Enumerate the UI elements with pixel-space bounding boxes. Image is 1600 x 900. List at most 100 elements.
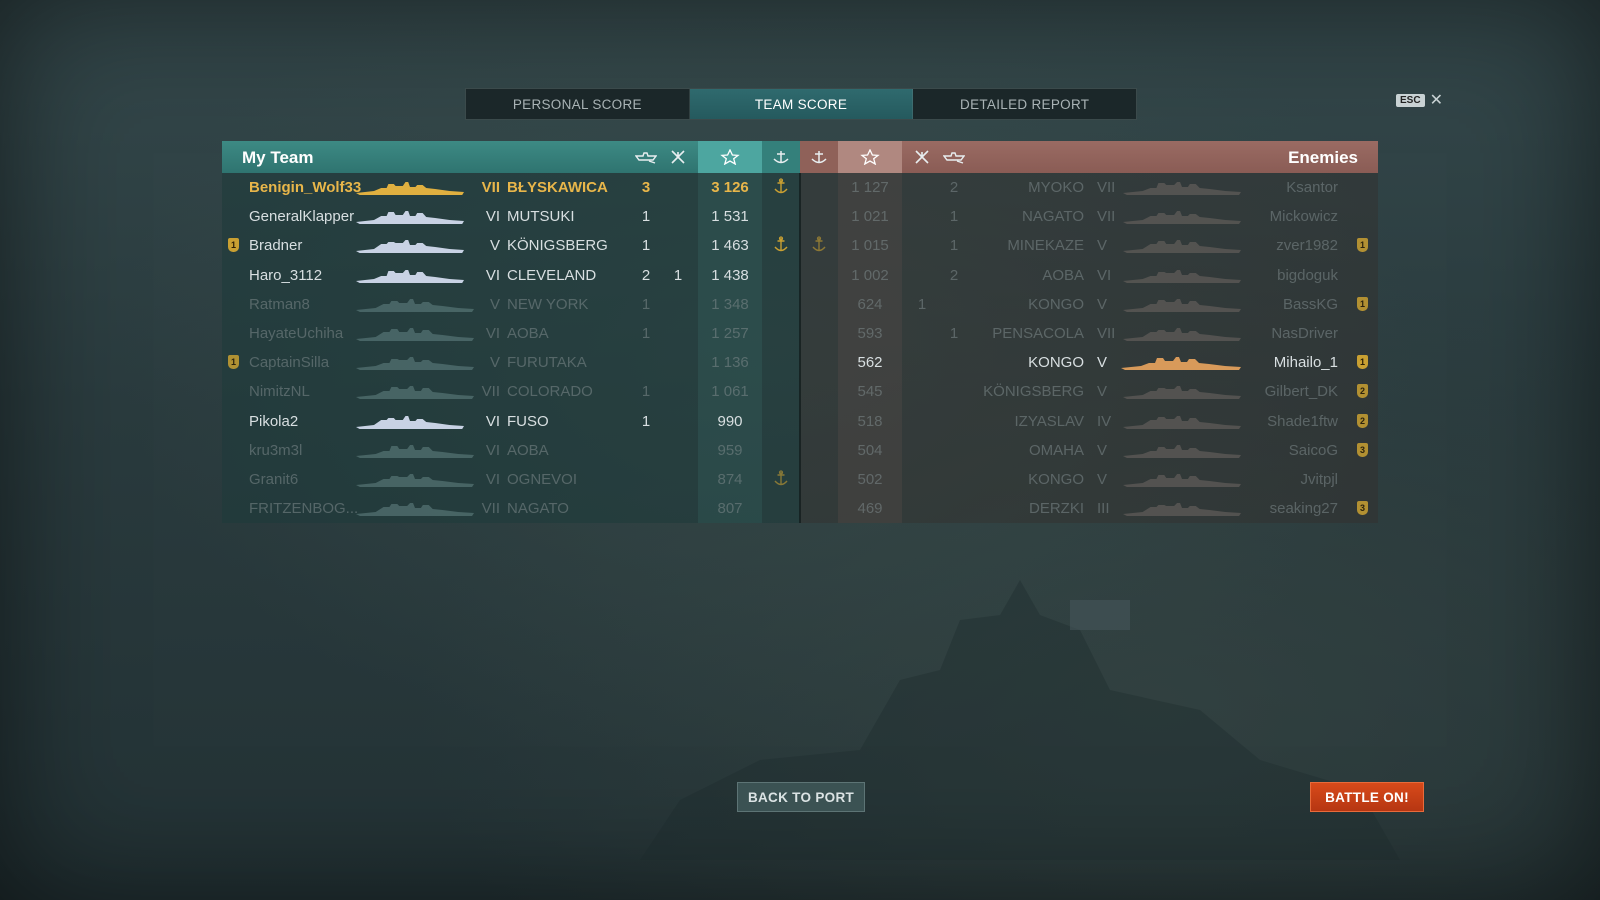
ship-destroyed-icon[interactable] <box>938 141 970 173</box>
ship-tier: VII <box>1097 325 1116 342</box>
ships-destroyed: 1 <box>641 208 651 226</box>
table-row[interactable]: 1 021 1 NAGATO VII Mickowicz <box>800 202 1378 231</box>
player-name: bigdoguk <box>1277 266 1338 284</box>
ship-silhouette-icon <box>1123 328 1241 341</box>
player-name: BassKG <box>1282 295 1338 313</box>
tab-bar: PERSONAL SCORE TEAM SCORE DETAILED REPOR… <box>465 88 1137 120</box>
player-name: zver1982 <box>1276 237 1338 255</box>
player-name: Mickowicz <box>1269 208 1338 226</box>
planes-destroyed: 1 <box>673 266 683 284</box>
ship-name: NAGATO <box>1022 208 1084 226</box>
ships-destroyed <box>638 465 654 494</box>
player-name: Pikola2 <box>249 412 299 430</box>
ship-silhouette-icon <box>1123 415 1241 429</box>
plane-destroyed-icon[interactable] <box>662 141 694 173</box>
table-row[interactable]: 562 KONGO V Mihailo_1 1 <box>800 348 1378 377</box>
ship-tier: V <box>1097 295 1108 313</box>
table-row[interactable]: Haro_3112 VI CLEVELAND 2 1 1 438 <box>222 261 800 290</box>
table-row[interactable]: 518 IZYASLAV IV Shade1ftw 2 <box>800 407 1378 436</box>
ship-destroyed-icon[interactable] <box>630 141 662 173</box>
tab-personal-score[interactable]: PERSONAL SCORE <box>466 89 690 119</box>
player-name: Shade1ftw <box>1267 412 1338 430</box>
table-row[interactable]: 593 1 PENSACOLA VII NasDriver <box>800 319 1378 348</box>
table-row[interactable]: 1 002 2 AOBA VI bigdoguk <box>800 261 1378 290</box>
planes-destroyed <box>914 202 930 231</box>
player-name: SaicoG <box>1288 441 1338 459</box>
table-row[interactable]: GeneralKlapper VI MUTSUKI 1 1 531 <box>222 202 800 231</box>
table-row[interactable]: 624 1 KONGO V BassKG 1 <box>800 290 1378 319</box>
ship-tier: VI <box>485 412 500 430</box>
ships-destroyed: 1 <box>949 325 959 342</box>
battle-on-button[interactable]: BATTLE ON! <box>1310 782 1424 812</box>
table-row[interactable]: HayateUchiha VI AOBA 1 1 257 <box>222 319 800 348</box>
star-icon[interactable] <box>838 141 902 173</box>
ship-silhouette-icon <box>1121 357 1241 371</box>
tab-team-score[interactable]: TEAM SCORE <box>689 89 914 119</box>
table-row[interactable]: Benigin_Wolf33 VII BŁYSKAWICA 3 3 126 <box>222 173 800 202</box>
table-row[interactable]: 1 015 1 MINEKAZE Vzver1982 1 <box>800 231 1378 260</box>
ship-tier: VI <box>485 208 500 226</box>
star-icon[interactable] <box>698 141 762 173</box>
table-row[interactable]: Ratman8 V NEW YORK 1 1 348 <box>222 290 800 319</box>
ship-tier: VII <box>481 383 500 401</box>
ship-tier: V <box>489 295 500 313</box>
ship-silhouette-icon <box>1123 182 1241 195</box>
player-score: 1 021 <box>851 208 889 226</box>
planes-destroyed <box>670 494 686 523</box>
medal-badge: 3 <box>1357 442 1368 457</box>
table-row[interactable]: 504 OMAHA V SaicoG 3 <box>800 436 1378 465</box>
ships-destroyed <box>946 494 962 523</box>
player-score: 593 <box>857 325 883 342</box>
table-row[interactable]: Pikola2 VI FUSO 1 990 <box>222 407 800 436</box>
player-name: Gilbert_DK <box>1264 383 1338 401</box>
ship-tier: VI <box>485 266 500 284</box>
player-name: GeneralKlapper <box>249 208 355 226</box>
tab-detailed-report[interactable]: DETAILED REPORT <box>913 89 1136 119</box>
player-name: CaptainSilla <box>249 354 330 372</box>
table-row[interactable]: Granit6 VI OGNEVOI 874 <box>222 465 800 494</box>
table-row[interactable]: NimitzNL VII COLORADO 1 1 061 <box>222 377 800 406</box>
ship-tier: V <box>1097 354 1108 372</box>
ship-silhouette-icon <box>1123 298 1241 312</box>
medal-badge: 1 <box>1357 238 1368 253</box>
ship-tier: V <box>1097 237 1108 255</box>
ship-tier: V <box>489 237 500 255</box>
ship-tier: VII <box>481 179 500 196</box>
ship-name: KONGO <box>1028 471 1084 488</box>
esc-close-button[interactable]: ESC ✕ <box>1396 92 1443 108</box>
ship-name: BŁYSKAWICA <box>507 179 608 196</box>
anchor-icon[interactable] <box>800 141 838 173</box>
ships-destroyed <box>946 436 962 465</box>
table-row[interactable]: FRITZENBOG... VII NAGATO 807 <box>222 494 800 523</box>
anchor-icon[interactable] <box>762 141 800 173</box>
player-score: 504 <box>857 441 883 459</box>
table-row[interactable]: kru3m3l VI AOBA 959 <box>222 436 800 465</box>
ship-name: KONGO <box>1028 354 1084 372</box>
player-name: Mihailo_1 <box>1273 354 1338 372</box>
back-to-port-button[interactable]: BACK TO PORT <box>737 782 865 812</box>
table-row[interactable]: 545 KÖNIGSBERG V Gilbert_DK 2 <box>800 377 1378 406</box>
player-score: 807 <box>717 500 743 518</box>
medal-badge: 2 <box>1357 413 1368 428</box>
medal-badge: 2 <box>1357 384 1368 399</box>
ship-name: COLORADO <box>507 383 593 401</box>
ship-name: NAGATO <box>507 500 569 518</box>
ships-destroyed: 2 <box>949 179 959 196</box>
ship-silhouette-icon <box>1123 211 1241 225</box>
player-score: 624 <box>857 295 883 313</box>
plane-destroyed-icon[interactable] <box>906 141 938 173</box>
planes-destroyed <box>914 436 930 465</box>
table-row[interactable]: 502 KONGO V Jvitpjl <box>800 465 1378 494</box>
table-row[interactable]: 1 CaptainSilla V FURUTAKA 1 136 <box>222 348 800 377</box>
ship-tier: V <box>489 354 500 372</box>
table-row[interactable]: 1 Bradner V KÖNIGSBERG 1 1 463 <box>222 231 800 260</box>
ship-name: FURUTAKA <box>507 354 587 372</box>
table-row[interactable]: 469 DERZKI III seaking27 3 <box>800 494 1378 523</box>
ships-destroyed <box>946 407 962 436</box>
ship-tier: VII <box>481 500 500 518</box>
player-name: kru3m3l <box>249 441 303 459</box>
player-name: HayateUchiha <box>249 325 344 342</box>
my-team-title: My Team <box>242 148 314 167</box>
player-score: 1 438 <box>711 266 749 284</box>
table-row[interactable]: 1 127 2 MYOKO VII Ksantor <box>800 173 1378 202</box>
